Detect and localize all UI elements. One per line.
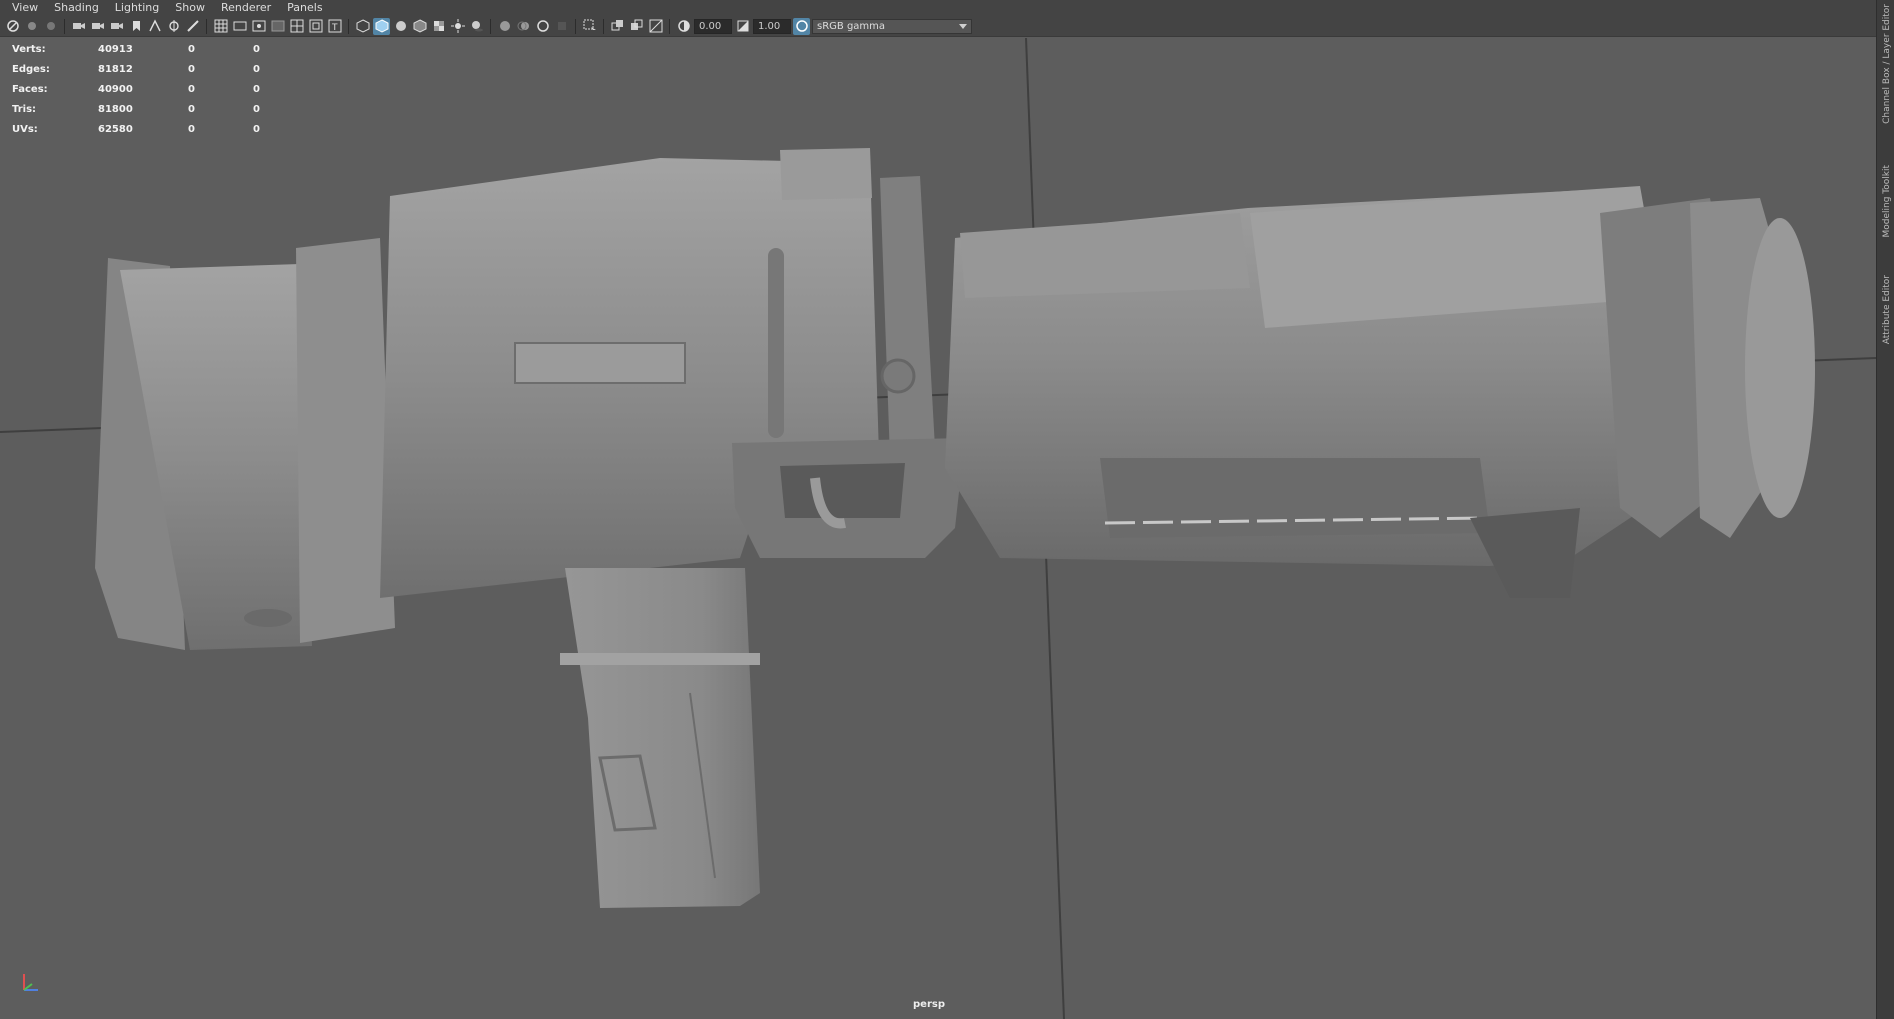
menu-lighting[interactable]: Lighting bbox=[107, 0, 167, 16]
xray-joints-icon[interactable] bbox=[628, 18, 645, 35]
hud-selected: 0 bbox=[188, 123, 195, 135]
hud-component: 0 bbox=[253, 103, 260, 115]
wireframe-on-shaded-icon[interactable] bbox=[411, 18, 428, 35]
hud-value: 40900 bbox=[98, 83, 133, 95]
grease-pencil-icon[interactable] bbox=[184, 18, 201, 35]
two-d-pan-icon[interactable] bbox=[146, 18, 163, 35]
hud-label: UVs: bbox=[12, 123, 38, 135]
viewport-canvas bbox=[0, 38, 1876, 1019]
hud-row-tris: Tris: 81800 0 0 bbox=[12, 99, 293, 119]
menu-show[interactable]: Show bbox=[167, 0, 213, 16]
camera-name-label: persp bbox=[913, 999, 945, 1010]
view-transform-value: sRGB gamma bbox=[817, 20, 886, 32]
toolbar-separator bbox=[64, 18, 65, 34]
bookmark-icon[interactable] bbox=[23, 18, 40, 35]
hud-component: 0 bbox=[253, 63, 260, 75]
menu-renderer[interactable]: Renderer bbox=[213, 0, 279, 16]
chevron-down-icon bbox=[959, 23, 967, 29]
lighting-icon[interactable] bbox=[449, 18, 466, 35]
svg-text:T: T bbox=[331, 23, 338, 33]
view-transform-dropdown[interactable]: sRGB gamma bbox=[812, 18, 972, 34]
exposure-icon[interactable] bbox=[675, 18, 692, 35]
screen-space-ao-icon[interactable] bbox=[496, 18, 513, 35]
toolbar-separator bbox=[348, 18, 349, 34]
hud-label: Tris: bbox=[12, 103, 37, 115]
hud-value: 81800 bbox=[98, 103, 133, 115]
model-muzzle bbox=[1600, 198, 1815, 538]
hud-selected: 0 bbox=[188, 103, 195, 115]
isolate-select-icon[interactable] bbox=[581, 18, 598, 35]
bookmark-camera-icon[interactable] bbox=[108, 18, 125, 35]
film-gate-icon[interactable] bbox=[231, 18, 248, 35]
depth-of-field-icon[interactable] bbox=[553, 18, 570, 35]
resolution-gate-icon[interactable] bbox=[250, 18, 267, 35]
hud-selected: 0 bbox=[188, 43, 195, 55]
tab-attribute-editor[interactable]: Attribute Editor bbox=[1882, 275, 1892, 344]
gamma-icon[interactable] bbox=[734, 18, 751, 35]
side-tab-strip: Channel Box / Layer Editor Modeling Tool… bbox=[1876, 0, 1894, 1019]
tab-channel-box[interactable]: Channel Box / Layer Editor bbox=[1882, 4, 1892, 124]
toolbar-separator bbox=[669, 18, 670, 34]
field-chart-icon[interactable] bbox=[288, 18, 305, 35]
hud-value: 40913 bbox=[98, 43, 133, 55]
hud-row-uvs: UVs: 62580 0 0 bbox=[12, 119, 293, 139]
model-grip bbox=[560, 568, 760, 908]
menu-panels[interactable]: Panels bbox=[279, 0, 330, 16]
menu-shading[interactable]: Shading bbox=[46, 0, 107, 16]
model-barrel bbox=[945, 186, 1660, 598]
toolbar-separator bbox=[575, 18, 576, 34]
hud-row-faces: Faces: 40900 0 0 bbox=[12, 79, 293, 99]
motion-blur-icon[interactable] bbox=[515, 18, 532, 35]
hud-label: Edges: bbox=[12, 63, 50, 75]
toolbar-separator bbox=[206, 18, 207, 34]
lock-camera-icon[interactable] bbox=[89, 18, 106, 35]
model-trigger-guard bbox=[732, 438, 965, 558]
hud-row-verts: Verts: 40913 0 0 bbox=[12, 39, 293, 59]
axis-gizmo-icon bbox=[18, 966, 48, 996]
xray-icon[interactable] bbox=[609, 18, 626, 35]
camera-select-icon[interactable] bbox=[4, 18, 21, 35]
color-management-icon[interactable] bbox=[793, 17, 810, 35]
hud-value: 81812 bbox=[98, 63, 133, 75]
safe-title-icon[interactable]: T bbox=[326, 18, 343, 35]
exposure-field[interactable]: 0.00 bbox=[694, 18, 732, 34]
hud-label: Faces: bbox=[12, 83, 48, 95]
default-material-icon[interactable] bbox=[392, 18, 409, 35]
hud-component: 0 bbox=[253, 43, 260, 55]
backface-culling-icon[interactable] bbox=[647, 18, 664, 35]
hud-poly-count: Verts: 40913 0 0 Edges: 81812 0 0 Faces:… bbox=[12, 39, 293, 139]
hud-selected: 0 bbox=[188, 83, 195, 95]
hud-label: Verts: bbox=[12, 43, 46, 55]
smooth-shade-icon[interactable] bbox=[373, 17, 390, 35]
viewport-persp[interactable] bbox=[0, 38, 1876, 1019]
antialias-icon[interactable] bbox=[534, 18, 551, 35]
hud-component: 0 bbox=[253, 123, 260, 135]
safe-action-icon[interactable] bbox=[307, 18, 324, 35]
hud-row-edges: Edges: 81812 0 0 bbox=[12, 59, 293, 79]
panel-toolbar: T 0.00 1.00 sRGB gamma bbox=[0, 16, 1876, 37]
grid-icon[interactable] bbox=[212, 18, 229, 35]
hud-value: 62580 bbox=[98, 123, 133, 135]
toolbar-separator bbox=[603, 18, 604, 34]
pan-zoom-icon[interactable] bbox=[165, 18, 182, 35]
panel-menubar: View Shading Lighting Show Renderer Pane… bbox=[0, 0, 1876, 16]
gamma-field[interactable]: 1.00 bbox=[753, 18, 791, 34]
gate-mask-icon[interactable] bbox=[269, 18, 286, 35]
tab-modeling-toolkit[interactable]: Modeling Toolkit bbox=[1882, 165, 1892, 238]
textured-icon[interactable] bbox=[430, 18, 447, 35]
toolbar-separator bbox=[490, 18, 491, 34]
wireframe-icon[interactable] bbox=[354, 18, 371, 35]
image-plane-icon[interactable] bbox=[42, 18, 59, 35]
model-stock bbox=[95, 238, 395, 650]
menu-view[interactable]: View bbox=[4, 0, 46, 16]
hud-component: 0 bbox=[253, 83, 260, 95]
hud-selected: 0 bbox=[188, 63, 195, 75]
bookmark-flag-icon[interactable] bbox=[127, 18, 144, 35]
camera-icon[interactable] bbox=[70, 18, 87, 35]
shadows-icon[interactable] bbox=[468, 18, 485, 35]
